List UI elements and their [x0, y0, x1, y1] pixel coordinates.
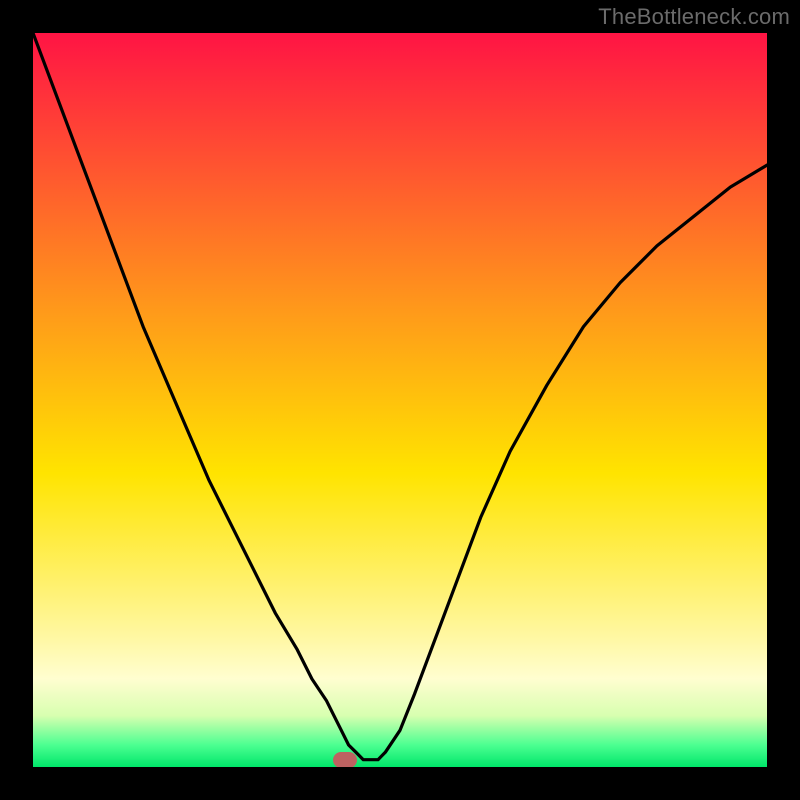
attribution-label: TheBottleneck.com [598, 4, 790, 30]
plot-area [33, 33, 767, 767]
outer-frame: TheBottleneck.com [0, 0, 800, 800]
minimum-marker [333, 752, 357, 767]
plot-background [33, 33, 767, 767]
plot-svg [33, 33, 767, 767]
